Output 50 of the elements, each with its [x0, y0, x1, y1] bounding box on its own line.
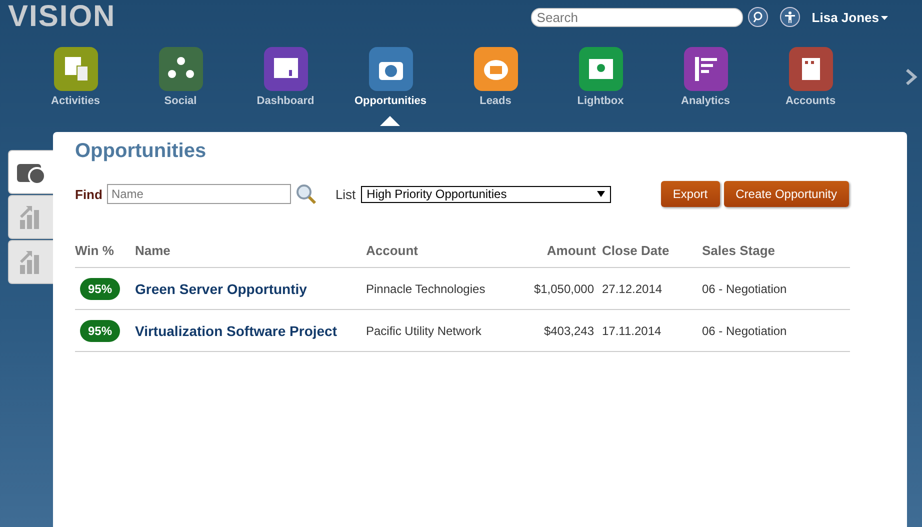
search-icon[interactable]: [295, 183, 318, 205]
accessibility-icon: [782, 10, 797, 24]
table-cell-text: $403,243: [542, 324, 595, 338]
column-header: Close Date: [602, 242, 670, 258]
caret-icon: [596, 191, 605, 197]
user-menu[interactable]: Lisa Jones: [812, 10, 888, 24]
search-field[interactable]: Search: [530, 8, 743, 26]
action-button[interactable]: Create Opportunity: [724, 181, 849, 207]
camera-icon: [368, 46, 414, 92]
dashboard-icon: [262, 46, 308, 92]
find-label: Find: [75, 186, 102, 202]
side-tab[interactable]: [8, 150, 53, 194]
opportunity-name[interactable]: Virtualization Software Project: [135, 322, 366, 338]
list-chart-icon: [682, 46, 728, 92]
table-cell-text: 17.11.2014: [602, 324, 662, 338]
table-cell-text: 06 - Negotiation: [702, 282, 788, 296]
column-header: Amount: [546, 242, 597, 258]
search-button[interactable]: [748, 7, 768, 27]
table-cell-text: Pinnacle Technologies: [366, 282, 486, 296]
chevron-right-icon[interactable]: [904, 68, 918, 86]
nav-item[interactable]: Accounts: [758, 46, 863, 107]
building-icon: [788, 46, 834, 92]
nav-item[interactable]: Leads: [443, 46, 548, 107]
nav-item[interactable]: Activities: [23, 46, 128, 107]
opportunity-name[interactable]: Green Server Opportuntiy: [135, 280, 366, 296]
table-cell-text: Pacific Utility Network: [366, 324, 482, 338]
win-badge: 95%: [80, 320, 120, 342]
table-cell-text: 27.12.2014: [602, 282, 664, 296]
column-header: Sales Stage: [702, 242, 776, 258]
win-badge: 95%: [80, 278, 120, 300]
list-dropdown[interactable]: High Priority Opportunities: [360, 186, 611, 202]
column-header: Name: [135, 242, 172, 258]
logo: VISION: [8, 0, 116, 34]
nav-item[interactable]: Lightbox: [548, 46, 653, 107]
table-cell-text: 06 - Negotiation: [702, 324, 788, 338]
search-icon: [752, 11, 764, 23]
page-title: Opportunities: [75, 140, 208, 163]
table-cell-text: $1,050,000: [532, 282, 595, 296]
accessibility-button[interactable]: [780, 7, 800, 27]
column-header: Win %: [75, 242, 115, 258]
tray-icon: [472, 46, 518, 92]
people-network-icon: [158, 46, 204, 92]
list-label: List: [335, 186, 356, 202]
column-header: Account: [366, 242, 419, 258]
nav-item[interactable]: Social: [128, 46, 233, 107]
find-field[interactable]: Name: [107, 184, 292, 204]
action-button[interactable]: Export: [660, 181, 720, 207]
nav-item[interactable]: Dashboard: [233, 46, 338, 107]
caret-icon: [881, 16, 888, 20]
nav-item[interactable]: Analytics: [653, 46, 758, 107]
